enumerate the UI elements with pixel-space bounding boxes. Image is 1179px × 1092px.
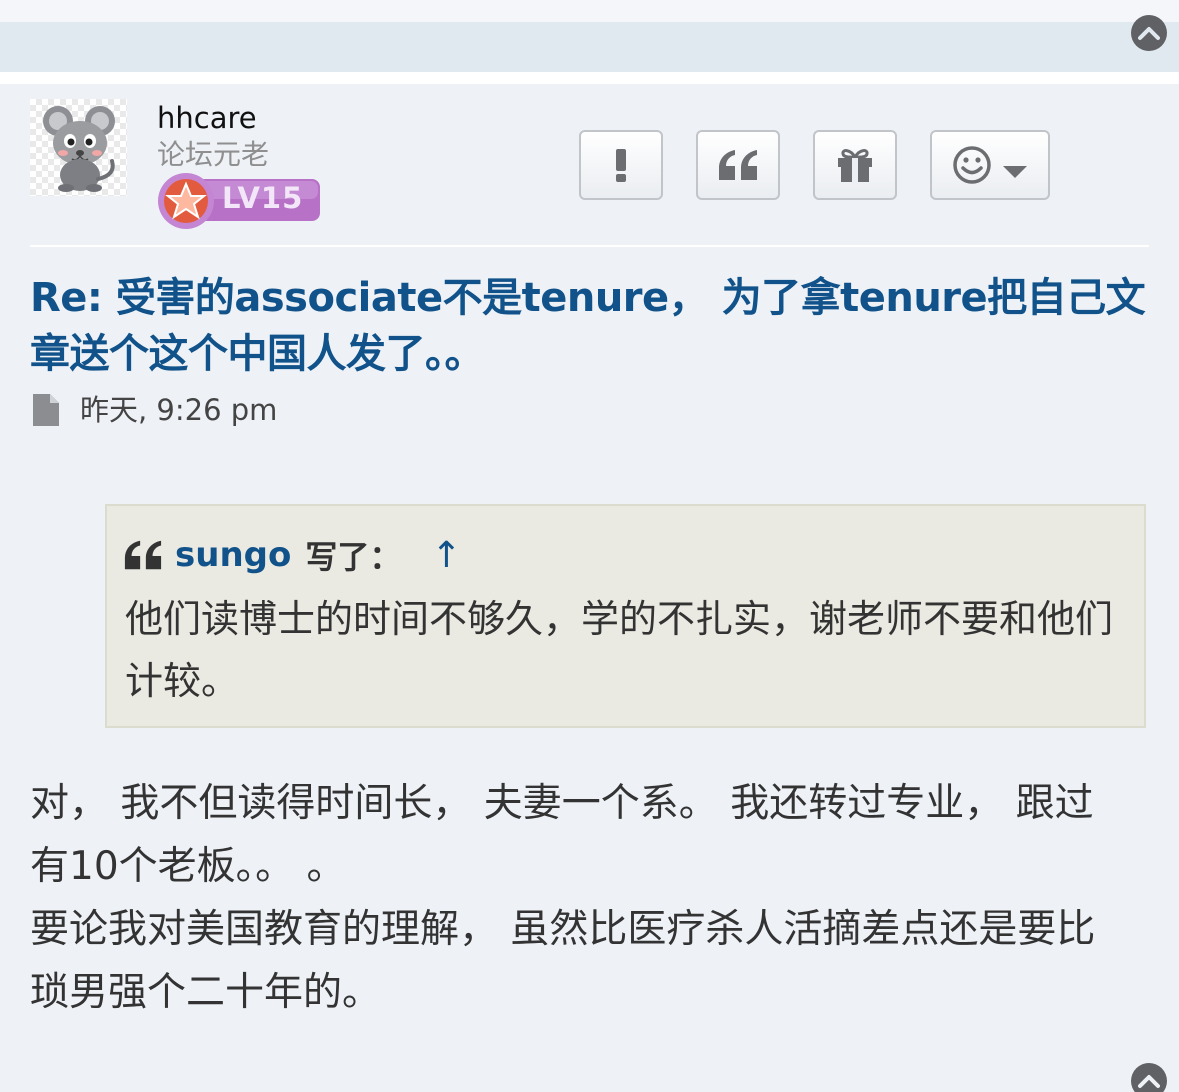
chevron-up-icon (1138, 1075, 1160, 1088)
back-to-top-button[interactable] (1131, 15, 1167, 51)
post-timestamp: 昨天, 9:26 pm (80, 393, 278, 427)
reaction-button[interactable] (930, 130, 1050, 200)
document-icon (33, 394, 59, 426)
quote-button[interactable] (696, 130, 780, 200)
avatar[interactable] (30, 99, 127, 196)
quote-wrote-label: 写了： (305, 538, 402, 576)
quote-header: sungo 写了： ↑ (123, 532, 462, 578)
user-rank: 论坛元老 (157, 138, 270, 171)
chevron-down-icon (1003, 166, 1027, 178)
exclamation-icon (616, 149, 626, 182)
smiley-icon (953, 146, 991, 184)
post-separator (0, 72, 1179, 84)
quote-block: sungo 写了： ↑ 他们读博士的时间不够久，学的不扎实，谢老师不要和他们计较… (105, 504, 1146, 728)
level-label: LV15 (222, 181, 304, 215)
back-to-top-button[interactable] (1131, 1063, 1167, 1092)
quote-icon (719, 150, 757, 180)
previous-post-edge (0, 0, 1179, 22)
post-paragraph: 要论我对美国教育的理解， 虽然比医疗杀人活摘差点还是要比琐男强个二十年的。 (30, 907, 1096, 1015)
previous-post-footer (0, 22, 1179, 72)
level-badge: LV15 (156, 170, 322, 232)
quote-icon (124, 540, 162, 570)
gift-icon (838, 149, 872, 182)
post-paragraph: 对， 我不但读得时间长， 夫妻一个系。 我还转过专业， 跟过有10个老板。。 。 (30, 781, 1094, 889)
gift-button[interactable] (813, 130, 897, 200)
quote-text: 他们读博士的时间不够久，学的不扎实，谢老师不要和他们计较。 (125, 597, 1114, 703)
report-button[interactable] (579, 130, 663, 200)
post-title[interactable]: Re: 受害的associate不是tenure， 为了拿tenure把自己文章… (30, 270, 1160, 382)
mouse-avatar-icon (43, 106, 115, 192)
post-header-divider (30, 245, 1149, 247)
chevron-up-icon (1138, 27, 1160, 40)
post-meta: 昨天, 9:26 pm (32, 392, 277, 428)
post-body: 对， 我不但读得时间长， 夫妻一个系。 我还转过专业， 跟过有10个老板。。 。… (30, 772, 1130, 1024)
quote-author-link[interactable]: sungo (175, 535, 291, 575)
username-link[interactable]: hhcare (157, 100, 257, 136)
quote-source-arrow-link[interactable]: ↑ (431, 535, 461, 576)
